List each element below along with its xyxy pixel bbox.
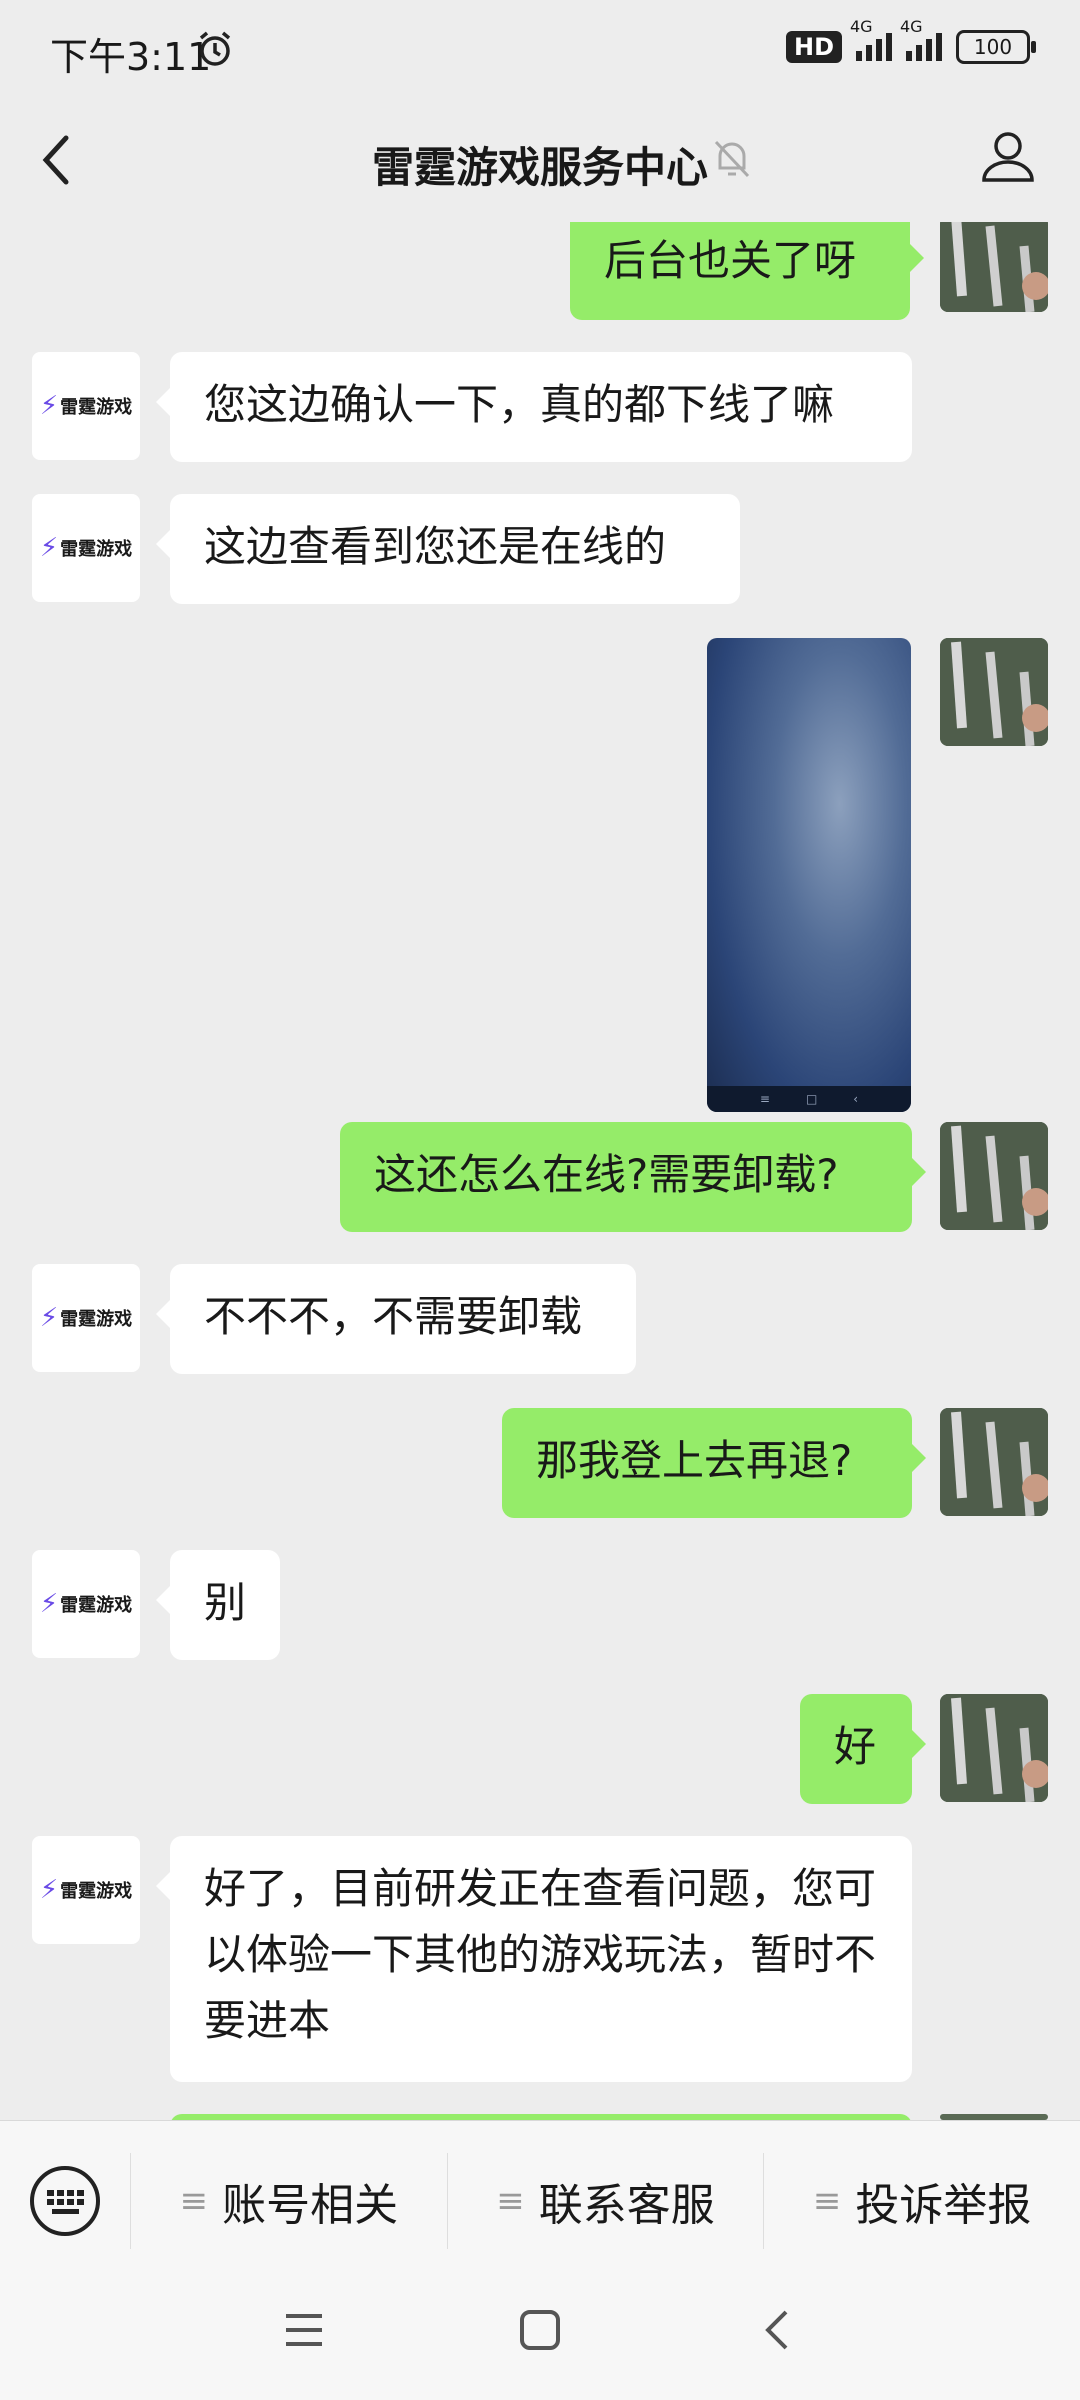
thunder-logo-icon: ⚡ 雷霆游戏 <box>39 1589 133 1619</box>
keyboard-toggle-button[interactable] <box>0 2121 130 2281</box>
bot-avatar[interactable]: ⚡ 雷霆游戏 <box>32 1836 140 1944</box>
logo-text: 雷霆游戏 <box>60 1595 133 1616</box>
menu-icon <box>286 2314 322 2346</box>
thunder-logo-icon: ⚡ 雷霆游戏 <box>39 533 133 563</box>
user-avatar[interactable] <box>940 1122 1048 1230</box>
logo-text: 雷霆游戏 <box>60 397 133 418</box>
home-square-icon <box>520 2310 560 2350</box>
message-bubble[interactable]: 好 <box>800 1694 926 1804</box>
signal-icon-2: 4G <box>900 17 942 61</box>
menu-account[interactable]: ≡ 账号相关 <box>130 2153 447 2249</box>
chat-header: 雷霆游戏服务中心 <box>0 100 1080 222</box>
thunder-logo-icon: ⚡ 雷霆游戏 <box>39 1303 133 1333</box>
message-list[interactable]: 后台也关了呀 ⚡ 雷霆游戏 您这边确认一下，真的都下线了嘛 ⚡ 雷霆游戏 这边查看到… <box>0 222 1080 2120</box>
mute-bell-icon <box>712 136 752 184</box>
menu-label: 联系客服 <box>538 2180 715 2231</box>
system-navigation-bar <box>0 2280 1080 2400</box>
message-bubble[interactable]: 不不不，不需要卸载 <box>156 1264 636 1374</box>
user-avatar[interactable] <box>940 1694 1048 1802</box>
network-type: 4G <box>850 17 873 36</box>
recents-button[interactable] <box>282 2308 326 2356</box>
back-arrow-icon <box>765 2310 788 2350</box>
hd-badge: HD <box>785 31 842 63</box>
status-bar: 下午3:11 HD 4G 4G 100 <box>0 0 1080 100</box>
status-time: 下午3:11 <box>50 35 212 79</box>
menu-label: 账号相关 <box>222 2180 399 2231</box>
image-nav-bar: ≡ □ ‹ <box>707 1086 911 1112</box>
logo-text: 雷霆游戏 <box>60 1309 133 1330</box>
chat-title: 雷霆游戏服务中心 <box>371 143 708 192</box>
service-menu-bar: ≡ 账号相关 ≡ 联系客服 ≡ 投诉举报 <box>0 2120 1080 2281</box>
screenshot-image[interactable]: ≡ □ ‹ <box>707 638 911 1112</box>
signal-icon: 4G <box>850 17 892 61</box>
message-bubble[interactable]: 后台也关了呀 <box>570 222 924 320</box>
menu-list-icon: ≡ <box>179 2181 209 2221</box>
battery-icon: 100 <box>956 30 1036 64</box>
person-icon <box>982 132 1034 182</box>
menu-complaint[interactable]: ≡ 投诉举报 <box>763 2153 1080 2249</box>
menu-list-icon: ≡ <box>812 2181 842 2221</box>
bot-avatar[interactable]: ⚡ 雷霆游戏 <box>32 494 140 602</box>
user-avatar[interactable] <box>940 1408 1048 1516</box>
system-back-button[interactable] <box>756 2308 800 2356</box>
message-bubble[interactable]: 别 <box>156 1550 280 1660</box>
profile-button[interactable] <box>980 128 1036 188</box>
logo-text: 雷霆游戏 <box>60 539 133 560</box>
message-bubble[interactable]: 这边查看到您还是在线的 <box>156 494 740 604</box>
network-type-2: 4G <box>900 17 923 36</box>
keyboard-icon <box>30 2166 100 2236</box>
thunder-logo-icon: ⚡ 雷霆游戏 <box>39 391 133 421</box>
message-bubble[interactable]: 您这边确认一下，真的都下线了嘛 <box>156 352 912 462</box>
user-avatar[interactable] <box>940 222 1048 312</box>
bot-avatar[interactable]: ⚡ 雷霆游戏 <box>32 1550 140 1658</box>
logo-text: 雷霆游戏 <box>60 1881 133 1902</box>
menu-list-icon: ≡ <box>496 2181 525 2221</box>
user-avatar[interactable] <box>940 638 1048 746</box>
alarm-icon <box>196 30 234 72</box>
message-bubble[interactable]: 这还怎么在线?需要卸载? <box>340 1122 926 1232</box>
menu-contact-support[interactable]: ≡ 联系客服 <box>446 2153 764 2249</box>
bot-avatar[interactable]: ⚡ 雷霆游戏 <box>32 1264 140 1372</box>
status-right: HD 4G 4G 100 <box>785 17 1036 64</box>
message-bubble[interactable]: 好了，目前研发正在查看问题，您可以体验一下其他的游戏玩法，暂时不要进本 <box>156 1836 912 2082</box>
menu-label: 投诉举报 <box>855 2180 1032 2231</box>
thunder-logo-icon: ⚡ 雷霆游戏 <box>39 1875 133 1905</box>
bot-avatar[interactable]: ⚡ 雷霆游戏 <box>32 352 140 460</box>
home-button[interactable] <box>518 2308 562 2356</box>
message-bubble[interactable]: 那我登上去再退? <box>502 1408 926 1518</box>
